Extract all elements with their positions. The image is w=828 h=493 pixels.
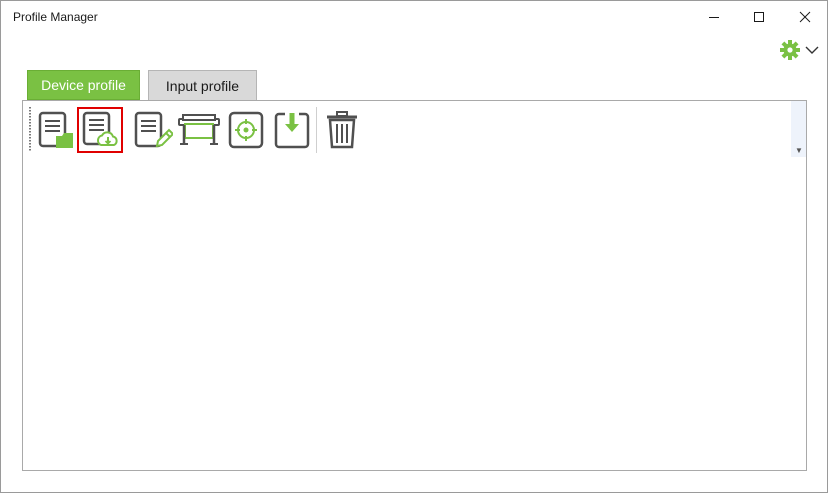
trash-icon (327, 111, 357, 149)
tab-device-profile-label: Device profile (41, 77, 126, 93)
profile-toolbar: ▼ (23, 101, 806, 157)
maximize-button[interactable] (736, 1, 782, 33)
close-button[interactable] (782, 1, 828, 33)
target-button[interactable] (223, 107, 269, 153)
printer-icon (178, 114, 220, 145)
printer-button[interactable] (176, 107, 222, 153)
toolbar-grip[interactable] (29, 107, 31, 151)
toolbar-overflow-icon[interactable]: ▼ (795, 147, 803, 155)
target-icon (228, 111, 264, 149)
import-download-icon (274, 112, 310, 149)
download-profile-button[interactable] (77, 107, 123, 153)
toolbar-separator (316, 107, 317, 153)
tab-input-profile-label: Input profile (165, 77, 240, 94)
edit-profile-button[interactable] (130, 107, 176, 153)
open-profile-button[interactable] (34, 107, 80, 153)
gear-icon (780, 40, 800, 60)
maximize-icon (754, 12, 764, 22)
open-profile-folder-icon (38, 111, 73, 148)
close-icon (799, 11, 811, 23)
title-bar[interactable]: Profile Manager (1, 1, 827, 33)
download-profile-cloud-icon (82, 111, 118, 146)
minimize-icon (709, 17, 719, 18)
tab-device-profile[interactable]: Device profile (27, 70, 140, 100)
import-button[interactable] (269, 107, 315, 153)
chevron-down-icon (805, 46, 819, 54)
device-profile-panel: ▼ (22, 100, 807, 471)
delete-profile-button[interactable] (319, 107, 365, 153)
profile-manager-window: Profile Manager Device profile Input pro… (0, 0, 828, 493)
tab-input-profile[interactable]: Input profile (148, 70, 257, 100)
edit-profile-icon (134, 111, 173, 148)
settings-menu-button[interactable] (779, 39, 823, 61)
window-title: Profile Manager (13, 10, 98, 24)
minimize-button[interactable] (691, 1, 737, 33)
